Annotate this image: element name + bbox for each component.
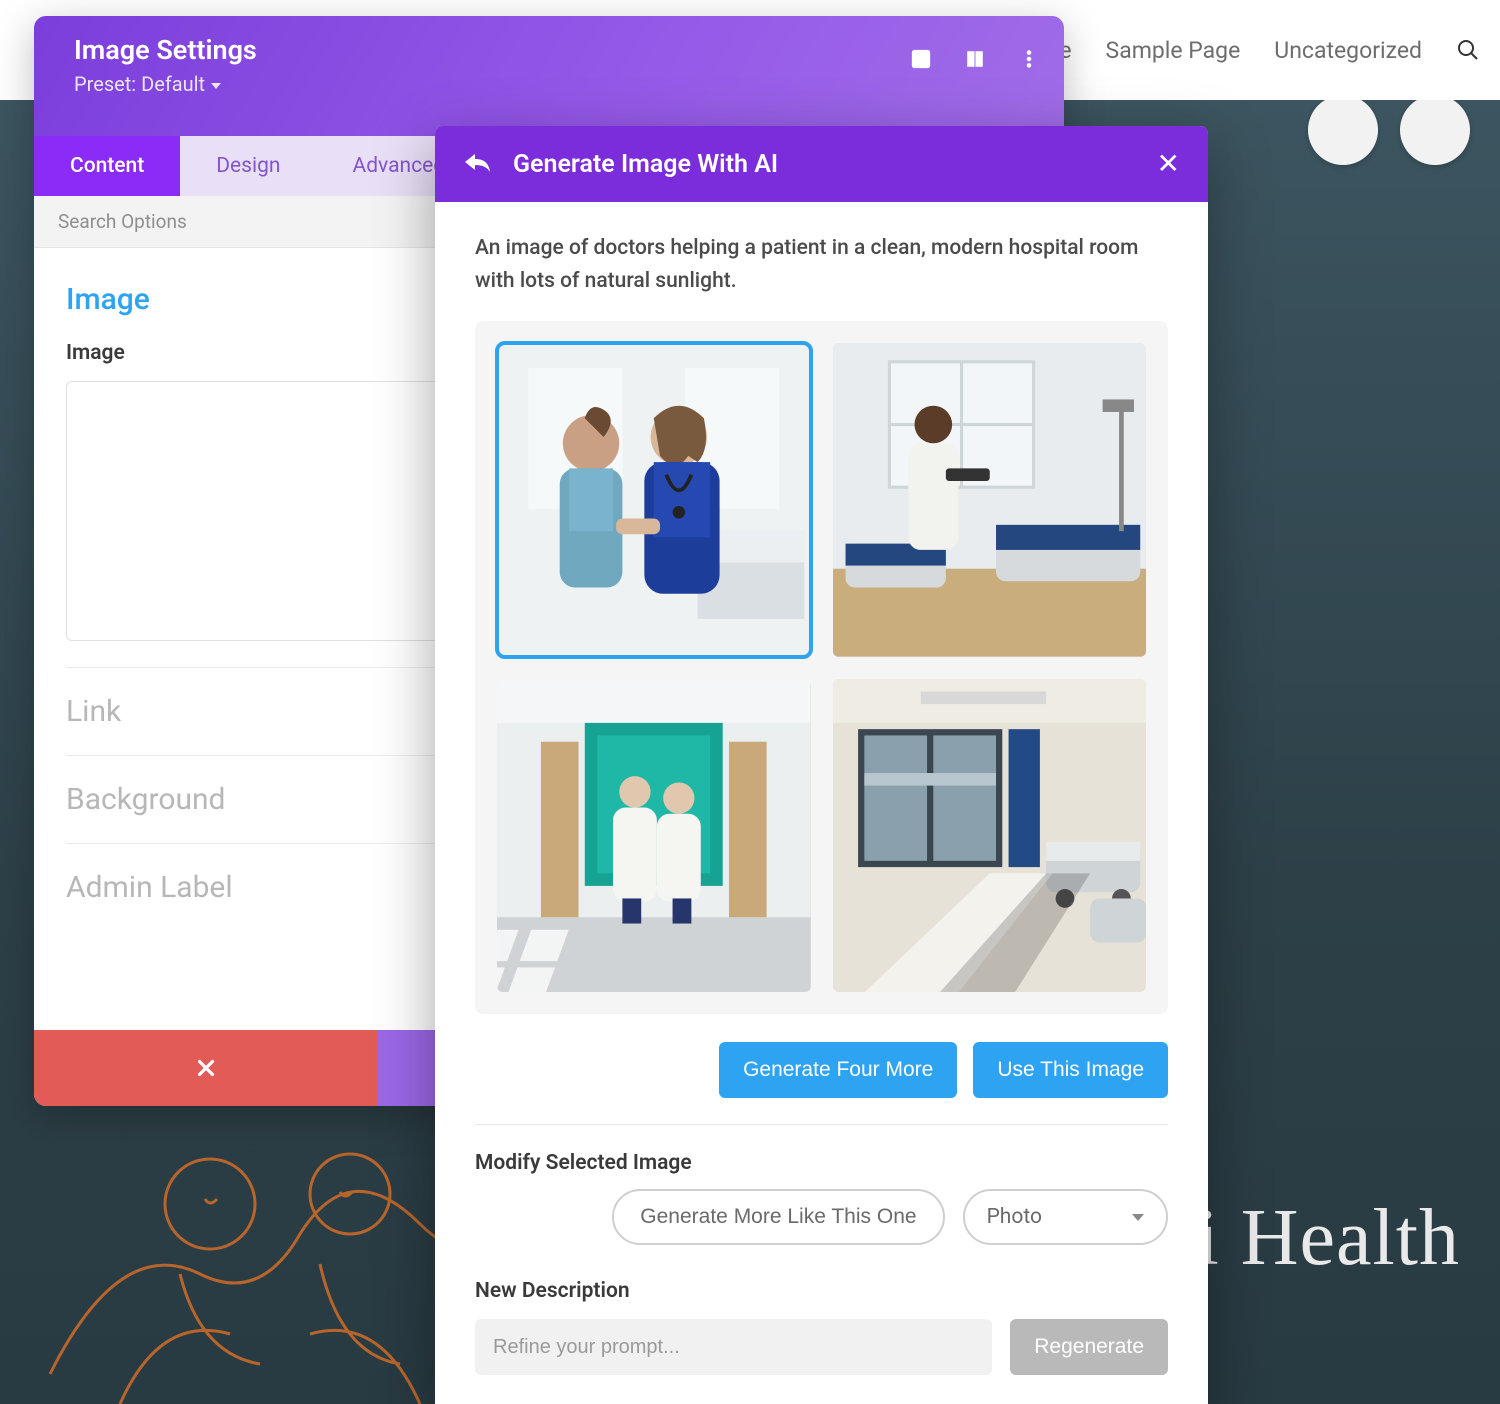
new-description-label: New Description (475, 1279, 1168, 1303)
preset-selector[interactable]: Preset: Default (74, 72, 1036, 96)
refine-prompt-input[interactable] (475, 1319, 992, 1375)
chevron-down-icon (211, 83, 221, 89)
ai-modal-body: An image of doctors helping a patient in… (435, 202, 1208, 1404)
image-grid-container (475, 321, 1168, 1014)
chevron-down-icon (1132, 1214, 1144, 1221)
settings-title: Image Settings (74, 34, 1036, 66)
ai-prompt-text: An image of doctors helping a patient in… (475, 232, 1168, 297)
modify-selected-label: Modify Selected Image (475, 1151, 1168, 1175)
more-menu-icon[interactable] (1016, 46, 1042, 72)
new-description-row: Regenerate (475, 1319, 1168, 1375)
columns-icon[interactable] (962, 46, 988, 72)
regenerate-button[interactable]: Regenerate (1010, 1319, 1168, 1375)
generate-four-more-button[interactable]: Generate Four More (719, 1042, 957, 1098)
hero-decorative-circles (1308, 100, 1470, 165)
tab-content[interactable]: Content (34, 136, 180, 196)
tab-design[interactable]: Design (180, 136, 316, 196)
style-select[interactable]: Photo (963, 1189, 1168, 1245)
style-select-value: Photo (987, 1205, 1042, 1229)
ai-primary-actions: Generate Four More Use This Image (475, 1042, 1168, 1098)
back-icon[interactable] (463, 150, 491, 178)
hero-title: i Health (1197, 1193, 1460, 1284)
search-icon[interactable] (1456, 38, 1480, 62)
use-this-image-button[interactable]: Use This Image (973, 1042, 1168, 1098)
close-icon[interactable]: ✕ (1157, 150, 1180, 178)
preset-label: Preset: Default (74, 72, 205, 96)
generated-image-grid (497, 343, 1146, 992)
generated-image-2[interactable] (833, 343, 1147, 657)
nav-link-uncategorized[interactable]: Uncategorized (1274, 37, 1422, 64)
header-actions (908, 46, 1042, 72)
divider (475, 1124, 1168, 1125)
generate-more-like-this-button[interactable]: Generate More Like This One (612, 1189, 944, 1245)
expand-icon[interactable] (908, 46, 934, 72)
generated-image-4[interactable] (833, 679, 1147, 993)
cancel-button[interactable] (34, 1030, 377, 1106)
ai-modal-header: Generate Image With AI ✕ (435, 126, 1208, 202)
nav-link-sample-page[interactable]: Sample Page (1106, 37, 1241, 64)
generated-image-1[interactable] (497, 343, 811, 657)
generated-image-3[interactable] (497, 679, 811, 993)
ai-modal-title: Generate Image With AI (513, 150, 778, 179)
settings-header: Image Settings Preset: Default (34, 16, 1064, 136)
generate-image-ai-modal: Generate Image With AI ✕ An image of doc… (435, 126, 1208, 1404)
modify-row: Generate More Like This One Photo (475, 1189, 1168, 1245)
